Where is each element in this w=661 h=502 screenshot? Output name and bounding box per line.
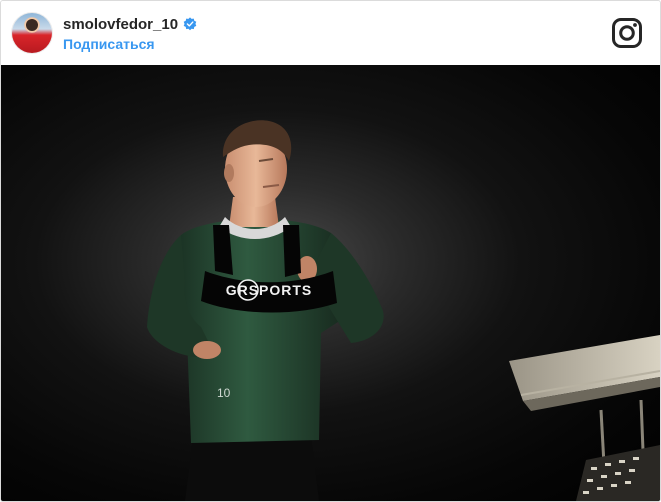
post-header: smolovfedor_10 Подписаться — [1, 1, 660, 65]
username-link[interactable]: smolovfedor_10 — [63, 16, 178, 33]
player-figure: GRSPORTS 10 — [147, 120, 384, 501]
post-photo[interactable]: GRSPORTS 10 — [1, 65, 660, 501]
jersey-number: 10 — [217, 386, 231, 400]
instagram-embed: smolovfedor_10 Подписаться GRSPORTS 10 — [0, 0, 661, 502]
photo-scene: GRSPORTS 10 — [147, 120, 660, 501]
username-row: smolovfedor_10 — [63, 15, 197, 33]
follow-button[interactable]: Подписаться — [63, 36, 155, 52]
stadium-roof — [509, 335, 660, 501]
verified-badge-icon — [183, 17, 197, 31]
instagram-icon[interactable] — [611, 17, 643, 49]
profile-avatar[interactable] — [12, 13, 52, 53]
